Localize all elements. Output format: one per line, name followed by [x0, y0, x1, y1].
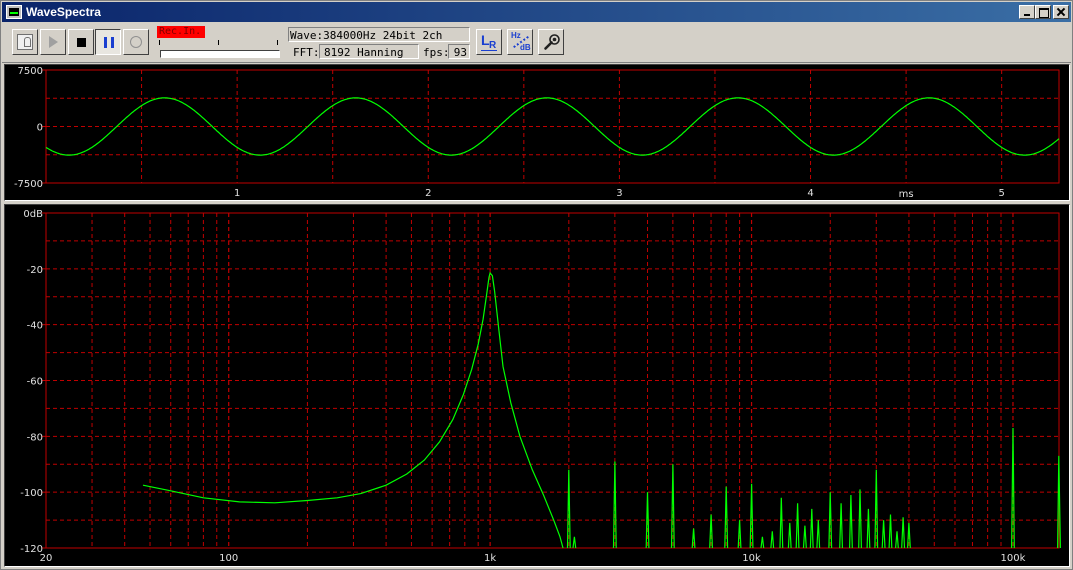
- wrench-icon: [544, 34, 560, 50]
- rec-input-badge[interactable]: Rec.In.: [157, 26, 205, 38]
- spectrum-spike: [849, 494, 853, 549]
- spectrum-spike: [779, 497, 784, 549]
- spectrum-spike: [645, 492, 650, 549]
- spectrum-spike: [809, 508, 814, 549]
- spectrum-spike: [901, 517, 906, 549]
- spectrum-panel[interactable]: 0dB -20 -40 -60 -80 -100 -120 20 100 1k 10k 100k: [4, 204, 1070, 567]
- waveform-y-tick-label: -7500: [14, 179, 43, 190]
- spectrum-y-tick-label: 0dB: [23, 209, 43, 220]
- play-icon: [49, 36, 58, 48]
- channel-lr-button[interactable]: LR: [476, 29, 502, 55]
- spectrum-spike: [881, 520, 886, 549]
- waveform-x-unit-label: ms: [899, 189, 914, 200]
- waveform-x-tick-label: 4: [807, 188, 813, 199]
- level-scale: [159, 40, 279, 46]
- fft-label: FFT:: [293, 46, 320, 59]
- waveform-chart: 7500 0 -7500 1 2 3 4 5 ms: [14, 66, 1060, 200]
- waveform-x-tick-label: 2: [425, 188, 431, 199]
- waveform-x-tick-label: 1: [234, 188, 240, 199]
- waveform-panel[interactable]: 7500 0 -7500 1 2 3 4 5 ms: [4, 64, 1070, 201]
- fps-label: fps:: [423, 46, 450, 59]
- audio-device-icon: [17, 34, 33, 50]
- spectrum-chart: 0dB-20-40-60-80-100-12020 100 1k 10k 100k: [20, 209, 1061, 564]
- spectrum-spike: [858, 489, 862, 549]
- fps-readout: 93: [448, 44, 470, 59]
- fft-setting-readout[interactable]: 8192 Hanning: [319, 44, 419, 59]
- spectrum-spike: [787, 522, 792, 549]
- spectrum-y-tick-label: -80: [27, 432, 43, 443]
- main-window: WaveSpectra Rec.In. Wave:384000Hz 24bit …: [0, 0, 1073, 570]
- pause-icon: [104, 37, 114, 48]
- toolbar: Rec.In. Wave:384000Hz 24bit 2ch FFT: 819…: [2, 23, 1071, 63]
- spectrum-spike: [816, 520, 821, 549]
- play-button[interactable]: [40, 29, 66, 55]
- app-icon[interactable]: [6, 5, 22, 19]
- waveform-y-tick-label: 7500: [18, 66, 43, 77]
- spectrum-spike: [770, 531, 775, 549]
- settings-button[interactable]: [538, 29, 564, 55]
- spectrum-spike: [839, 503, 843, 549]
- spectrum-spike: [866, 508, 871, 549]
- spectrum-spike: [888, 514, 893, 549]
- title-bar[interactable]: WaveSpectra: [2, 2, 1071, 22]
- record-button[interactable]: [123, 29, 149, 55]
- spectrum-spike: [572, 536, 577, 549]
- spectrum-spike: [760, 536, 765, 549]
- stop-icon: [77, 38, 86, 47]
- maximize-button[interactable]: [1035, 5, 1051, 19]
- spectrum-x-tick-label: 1k: [484, 553, 496, 564]
- level-slider[interactable]: [160, 50, 280, 58]
- spectrum-x-tick-label: 10k: [742, 553, 761, 564]
- spectrum-y-tick-label: -100: [20, 488, 43, 499]
- spectrum-x-tick-label: 100k: [1001, 553, 1026, 564]
- waveform-x-tick-label: 5: [998, 188, 1004, 199]
- spectrum-x-tick-label: 100: [219, 553, 238, 564]
- stop-button[interactable]: [68, 29, 94, 55]
- spectrum-spike: [795, 503, 800, 549]
- pause-button[interactable]: [95, 29, 121, 55]
- spectrum-y-tick-label: -60: [27, 377, 43, 388]
- spectrum-spike: [802, 525, 807, 549]
- spectrum-y-tick-label: -40: [27, 321, 43, 332]
- spectrum-spike: [895, 531, 899, 549]
- waveform-x-tick-label: 3: [616, 188, 622, 199]
- minimize-button[interactable]: [1019, 5, 1035, 19]
- record-icon: [130, 36, 142, 48]
- waveform-y-tick-label: 0: [37, 123, 43, 134]
- wave-format-readout: Wave:384000Hz 24bit 2ch: [288, 27, 470, 42]
- spectrum-x-tick-label: 20: [40, 553, 53, 564]
- hz-db-scale-button[interactable]: Hz dB: [507, 29, 533, 55]
- device-button[interactable]: [12, 29, 38, 55]
- hz-db-scale-icon: Hz dB: [511, 31, 531, 52]
- channel-lr-icon: LR: [481, 32, 497, 51]
- window-title: WaveSpectra: [26, 5, 101, 19]
- spectrum-y-tick-label: -20: [27, 265, 43, 276]
- close-button[interactable]: [1053, 5, 1069, 19]
